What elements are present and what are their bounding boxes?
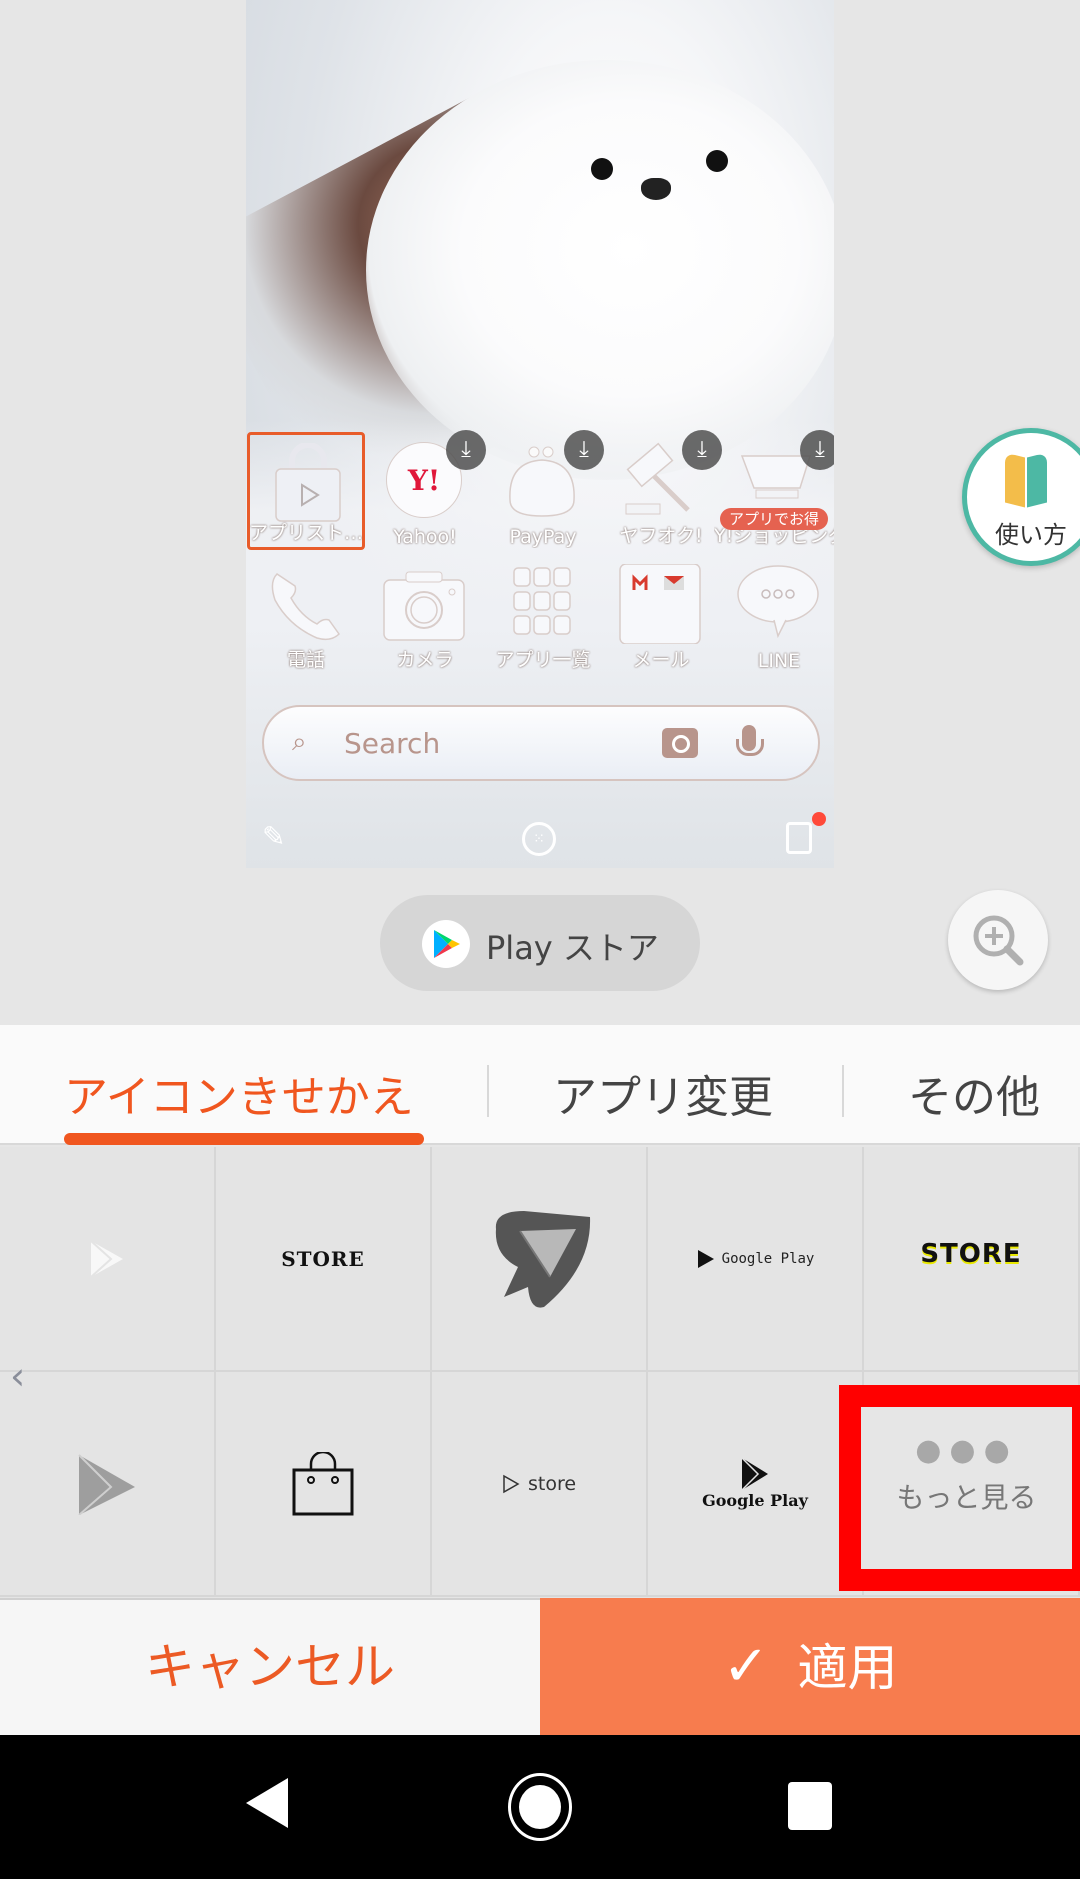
google-play-text: Google Play — [721, 1250, 815, 1267]
icon-option[interactable] — [432, 1147, 648, 1372]
wallpaper-bird-body — [366, 60, 834, 480]
tab-app-change[interactable]: アプリ変更 — [553, 1061, 773, 1125]
store-text-icon: STORE — [281, 1246, 365, 1271]
apps-grid-icon[interactable]: ⁙ — [522, 822, 556, 856]
mail-icon — [616, 563, 704, 645]
chevron-left-icon[interactable]: ‹ — [10, 1354, 25, 1398]
app-label: PayPay — [509, 526, 577, 548]
store-bold-icon: STORE — [920, 1239, 1022, 1269]
app-label: アプリスト… — [248, 522, 363, 544]
promo-badge: アプリでお得 — [720, 508, 828, 530]
app-label: LINE — [757, 650, 801, 672]
guide-label: 使い方 — [995, 521, 1067, 549]
store-lower-text: store — [527, 1472, 577, 1495]
microphone-icon[interactable] — [736, 725, 764, 756]
preview-app-yahoo[interactable]: Y! ⤓ Yahoo! — [366, 430, 486, 550]
search-icon: ⌕ — [292, 727, 307, 757]
tab-bar: アイコンきせかえ アプリ変更 その他 — [0, 1025, 1080, 1145]
active-tab-indicator — [64, 1133, 424, 1145]
phone-icon — [261, 564, 349, 644]
icon-option[interactable]: STORE — [216, 1147, 432, 1372]
play-black-icon — [697, 1249, 714, 1268]
app-label: カメラ — [396, 649, 454, 671]
home-screen-preview: アプリスト… Y! ⤓ Yahoo! ⤓ PayPay ⤓ ヤフオク! ⤓ Y!… — [246, 0, 834, 868]
tab-other[interactable]: その他 — [908, 1061, 1040, 1125]
preview-app-line[interactable]: LINE — [720, 556, 834, 674]
paint-brush-icon[interactable]: ✎ — [262, 820, 285, 853]
download-icon[interactable]: ⤓ — [564, 430, 604, 470]
spade-paper-plane-icon — [495, 1210, 591, 1308]
apply-label: 適用 — [797, 1639, 898, 1697]
icon-option[interactable]: Google Play — [648, 1372, 864, 1597]
app-label: メール — [632, 649, 690, 671]
wallpaper-bird-eye — [591, 158, 613, 180]
search-placeholder: Search — [344, 727, 441, 760]
tab-icon-change[interactable]: アイコンきせかえ — [64, 1061, 414, 1125]
tab-divider — [842, 1065, 844, 1117]
system-nav-bar — [0, 1735, 1080, 1879]
app-store-bag-icon — [264, 442, 352, 523]
cancel-button[interactable]: キャンセル — [0, 1598, 540, 1735]
more-options-button[interactable]: ●●● もっと見る — [839, 1385, 1080, 1591]
icon-option[interactable]: Google Play — [648, 1147, 864, 1372]
selected-app-chip[interactable]: Play ストア — [380, 895, 700, 991]
play-white-icon — [90, 1239, 123, 1278]
preview-app-paypay[interactable]: ⤓ PayPay — [484, 430, 604, 550]
recent-apps-icon[interactable] — [788, 1782, 832, 1830]
preview-app-yahuoku[interactable]: ⤓ ヤフオク! — [602, 430, 722, 550]
google-play-text: Google Play — [702, 1491, 808, 1510]
icon-option[interactable] — [216, 1372, 432, 1597]
preview-app-phone[interactable]: 電話 — [247, 556, 365, 674]
zoom-in-icon — [973, 915, 1024, 966]
icon-option[interactable] — [0, 1147, 216, 1372]
preview-search-bar[interactable]: ⌕ Search — [262, 705, 820, 781]
guide-button[interactable]: 使い方 — [962, 428, 1080, 566]
more-dots-icon: ●●● — [915, 1433, 1018, 1468]
app-label: Yahoo! — [393, 526, 457, 548]
preview-app-drawer[interactable]: アプリ一覧 — [484, 556, 602, 674]
play-store-logo-icon — [422, 920, 470, 968]
icon-option[interactable]: STORE — [864, 1147, 1080, 1372]
camera-search-icon[interactable] — [662, 728, 698, 758]
preview-app-app-store[interactable]: アプリスト… — [247, 432, 365, 550]
selected-app-label: Play ストア — [486, 929, 659, 967]
preview-app-camera[interactable]: カメラ — [366, 556, 484, 674]
play-outline-icon — [503, 1474, 520, 1493]
download-icon[interactable]: ⤓ — [446, 430, 486, 470]
play-black-icon — [741, 1457, 768, 1491]
app-label: アプリ一覧 — [495, 649, 591, 671]
shopping-bag-icon — [292, 1451, 354, 1515]
back-icon[interactable] — [246, 1778, 288, 1828]
cancel-label: キャンセル — [145, 1638, 395, 1696]
beginner-mark-icon — [1005, 452, 1025, 508]
camera-icon — [380, 564, 468, 644]
app-label: 電話 — [286, 649, 325, 671]
more-label: もっと見る — [896, 1481, 1037, 1514]
notification-dot — [812, 812, 826, 826]
download-icon[interactable]: ⤓ — [800, 430, 834, 470]
zoom-preview-button[interactable] — [948, 890, 1048, 990]
preview-app-yshopping[interactable]: ⤓ Y!ショッピング — [714, 430, 834, 550]
icon-option[interactable]: store — [432, 1372, 648, 1597]
tab-divider — [487, 1065, 489, 1117]
app-label: ヤフオク! — [619, 525, 703, 547]
preview-app-mail[interactable]: メール — [602, 556, 720, 674]
wallpaper-bird-eye — [706, 150, 728, 172]
home-edit-icon[interactable] — [786, 822, 812, 854]
wallpaper-bird-beak — [641, 178, 671, 200]
line-chat-icon — [734, 564, 822, 644]
apply-button[interactable]: ✓ 適用 — [540, 1598, 1080, 1735]
checkmark-icon: ✓ — [722, 1634, 770, 1699]
app-drawer-icon — [498, 564, 586, 644]
play-gray-icon — [78, 1453, 135, 1515]
home-icon[interactable] — [508, 1773, 572, 1841]
download-icon[interactable]: ⤓ — [682, 430, 722, 470]
icon-option[interactable] — [0, 1372, 216, 1597]
